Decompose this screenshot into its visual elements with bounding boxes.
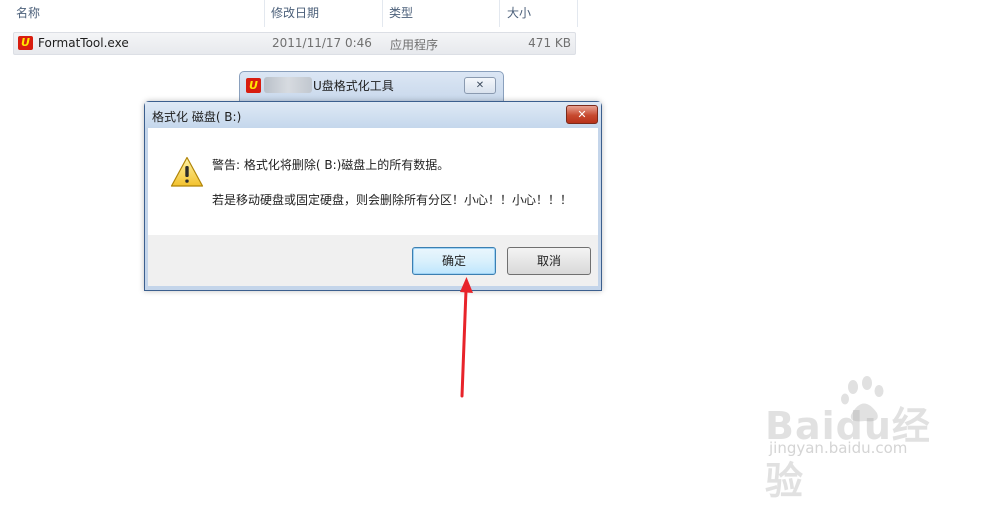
cancel-button[interactable]: 取消: [507, 247, 591, 275]
window-title: U盘格式化工具: [313, 79, 394, 93]
dialog-titlebar[interactable]: 格式化 磁盘( B:) ✕: [145, 102, 601, 128]
blurred-title-region: [264, 77, 312, 93]
partition-warning-message: 若是移动硬盘或固定硬盘，则会删除所有分区！小心！！小心！！！: [212, 193, 573, 207]
dialog-close-button[interactable]: ✕: [566, 105, 598, 124]
file-size: 471 KB: [528, 36, 571, 50]
file-name: FormatTool.exe: [38, 36, 129, 50]
ok-button[interactable]: 确定: [412, 247, 496, 275]
column-header-type[interactable]: 类型: [389, 0, 413, 27]
column-header-name[interactable]: 名称: [16, 0, 40, 27]
file-row-formattool[interactable]: U FormatTool.exe 2011/11/17 0:46 应用程序 47…: [13, 32, 576, 55]
file-modified-date: 2011/11/17 0:46: [272, 36, 372, 50]
dialog-title: 格式化 磁盘( B:): [152, 110, 242, 124]
u-disk-format-icon: U: [18, 36, 33, 50]
file-type: 应用程序: [390, 38, 439, 52]
dialog-button-bar: 确定 取消: [148, 235, 598, 286]
warning-icon: [170, 156, 204, 187]
column-separator[interactable]: [577, 0, 578, 27]
baidu-watermark: Baidu经验 jingyan.baidu.com: [765, 375, 955, 503]
column-separator[interactable]: [382, 0, 383, 27]
column-header-modified[interactable]: 修改日期: [271, 0, 319, 27]
column-separator[interactable]: [264, 0, 265, 27]
sort-ascending-icon: ^: [134, 0, 142, 6]
column-separator[interactable]: [499, 0, 500, 27]
file-list: 名称 ^ 修改日期 类型 大小 U FormatTool.exe 2011/11…: [0, 0, 580, 60]
column-header-size[interactable]: 大小: [507, 0, 531, 27]
dialog-body: 警告: 格式化将删除( B:)磁盘上的所有数据。 若是移动硬盘或固定硬盘，则会删…: [148, 128, 598, 235]
watermark-url: jingyan.baidu.com: [769, 439, 908, 457]
window-close-button[interactable]: ✕: [464, 77, 496, 94]
annotation-arrow-icon: [460, 277, 473, 398]
u-disk-format-icon: U: [246, 78, 261, 93]
format-confirm-dialog: 格式化 磁盘( B:) ✕ 警告: 格式化将删除( B:)磁盘上的所有数据。 若…: [144, 101, 602, 291]
warning-message: 警告: 格式化将删除( B:)磁盘上的所有数据。: [212, 158, 450, 172]
